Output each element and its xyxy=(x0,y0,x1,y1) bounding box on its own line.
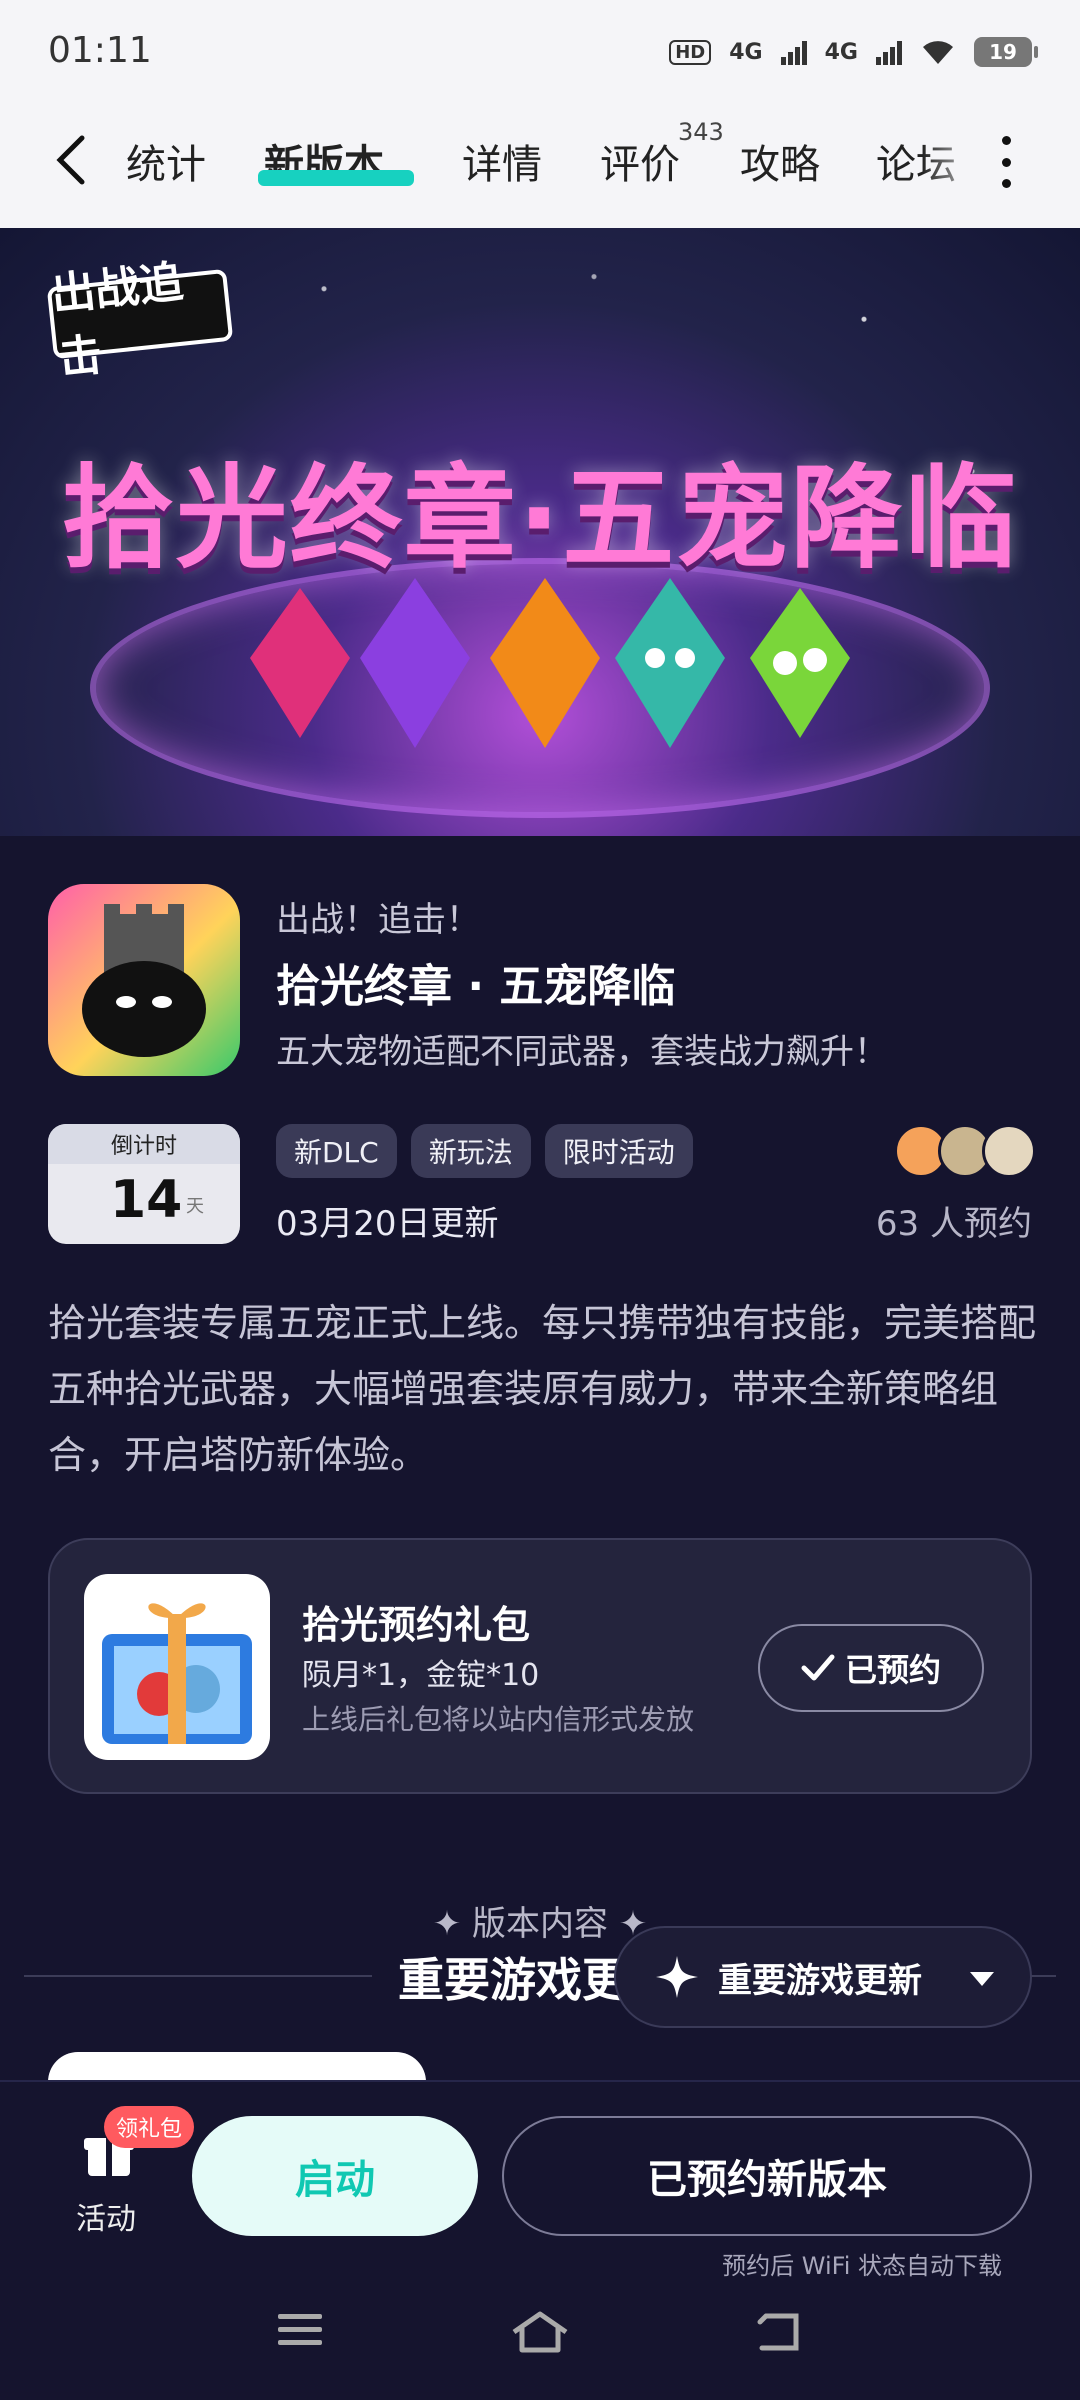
sparkle-icon xyxy=(656,1956,698,1998)
update-date: 03月20日更新 xyxy=(276,1204,499,1244)
reservation-count: 63 人预约 xyxy=(875,1204,1032,1244)
network-4g-label-2: 4G xyxy=(824,39,858,65)
chevron-down-icon xyxy=(970,1972,994,1986)
tab-guides[interactable]: 攻略 xyxy=(740,132,820,190)
top-area: 01:11 HD 4G 4G 19 统计 新版本 详情 评价 343 攻略 论坛 xyxy=(0,0,1080,228)
tab-details[interactable]: 详情 xyxy=(462,132,542,190)
banner-title: 拾光终章·五宠降临 xyxy=(61,454,1019,584)
launch-button[interactable]: 启动 xyxy=(192,2116,478,2236)
countdown-card: 倒计时 14 天 xyxy=(48,1124,240,1244)
section-filter-dropdown[interactable]: 重要游戏更新 xyxy=(614,1926,1032,2028)
pet-gems-illustration xyxy=(250,578,850,748)
status-bar: 01:11 HD 4G 4G 19 xyxy=(0,0,1080,100)
game-name: 出战！追击！ xyxy=(276,900,480,940)
countdown-unit: 天 xyxy=(186,1196,204,1217)
dropdown-label: 重要游戏更新 xyxy=(718,1960,922,2001)
status-icons: HD 4G 4G 19 xyxy=(669,30,1038,74)
version-summary: 五大宠物适配不同武器，套装战力飙升！ xyxy=(276,1032,888,1072)
gift-pack-items: 陨月*1，金锭*10 xyxy=(302,1658,540,1693)
countdown-label: 倒计时 xyxy=(48,1124,240,1164)
system-nav-bar xyxy=(0,2280,1080,2400)
gift-pack-title: 拾光预约礼包 xyxy=(302,1603,531,1647)
gift-pack-note: 上线后礼包将以站内信形式发放 xyxy=(302,1703,695,1736)
signal-icon-2 xyxy=(876,39,902,65)
wifi-icon xyxy=(923,41,953,64)
version-tags: 新DLC 新玩法 限时活动 xyxy=(276,1124,693,1178)
hd-icon: HD xyxy=(669,39,712,65)
countdown-days: 14 xyxy=(110,1170,183,1230)
tower-blob-icon xyxy=(82,904,206,1057)
tab-fade xyxy=(922,128,992,198)
signal-icon xyxy=(780,39,807,65)
tab-stats[interactable]: 统计 xyxy=(126,132,206,190)
tag-new-dlc: 新DLC xyxy=(276,1124,397,1178)
tag-limited-event: 限时活动 xyxy=(544,1124,693,1178)
activity-label[interactable]: 活动 xyxy=(76,2194,136,2238)
menu-icon[interactable] xyxy=(276,2310,324,2350)
battery-icon: 19 xyxy=(974,37,1038,67)
tab-bar: 统计 新版本 详情 评价 343 攻略 论坛 xyxy=(0,100,1080,228)
divider-left xyxy=(24,1975,372,1977)
gift-reserved-button[interactable]: 已预约 xyxy=(758,1624,984,1712)
version-description: 拾光套装专属五宠正式上线。每只携带独有技能，完美搭配五种拾光武器，大幅增强套装原… xyxy=(48,1301,1037,1477)
app-icon[interactable] xyxy=(48,884,240,1076)
tab-reviews[interactable]: 评价 xyxy=(600,132,680,190)
review-count-badge: 343 xyxy=(678,118,724,146)
gift-box-image xyxy=(84,1574,270,1760)
gift-reserved-label: 已预约 xyxy=(844,1651,941,1689)
wifi-download-note: 预约后 WiFi 状态自动下载 xyxy=(722,2252,1002,2280)
back-arrow-icon[interactable] xyxy=(52,132,92,188)
bottom-action-bar: 领礼包 活动 启动 已预约新版本 预约后 WiFi 状态自动下载 xyxy=(0,2080,1080,2280)
status-time: 01:11 xyxy=(48,30,152,71)
version-banner[interactable]: 出战追击 拾光终章·五宠降临 xyxy=(0,228,1080,836)
game-logo: 出战追击 xyxy=(46,256,234,385)
gift-badge[interactable]: 领礼包 xyxy=(104,2106,195,2148)
home-icon[interactable] xyxy=(510,2310,570,2354)
tag-new-gameplay: 新玩法 xyxy=(410,1124,531,1178)
reserved-version-button[interactable]: 已预约新版本 xyxy=(502,2116,1032,2236)
network-4g-label: 4G xyxy=(729,39,763,65)
more-menu-icon[interactable] xyxy=(1000,136,1012,188)
active-tab-indicator xyxy=(258,170,414,186)
reserver-avatars xyxy=(894,1124,1036,1178)
back-nav-icon[interactable] xyxy=(756,2310,804,2354)
version-title: 拾光终章 · 五宠降临 xyxy=(276,961,676,1012)
check-icon xyxy=(801,1654,835,1681)
gift-pack-card: 拾光预约礼包 陨月*1，金锭*10 上线后礼包将以站内信形式发放 已预约 xyxy=(48,1538,1032,1794)
avatar xyxy=(982,1124,1036,1178)
